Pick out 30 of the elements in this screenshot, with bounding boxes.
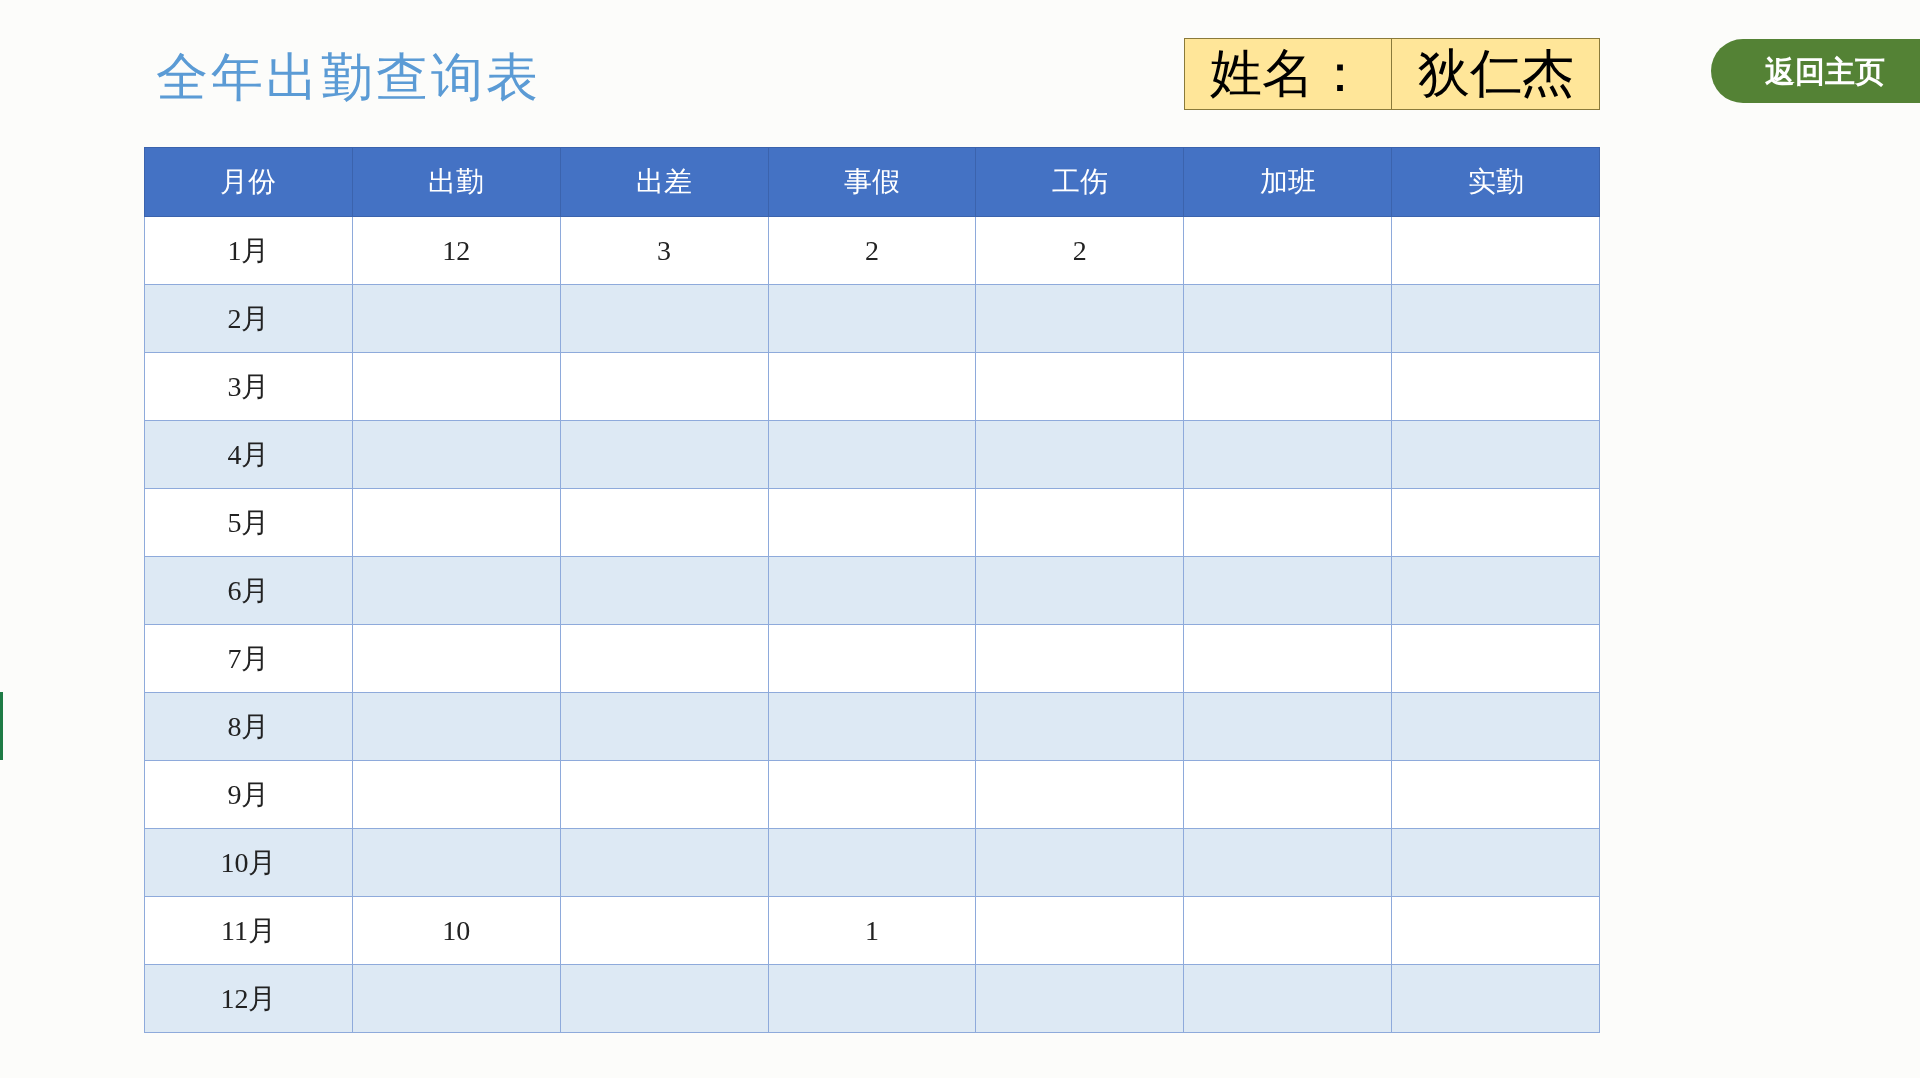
- cell-selection-marker: [0, 692, 3, 760]
- table-cell: 6月: [144, 556, 353, 625]
- home-button[interactable]: 返回主页: [1711, 39, 1920, 103]
- column-header: 加班: [1183, 147, 1392, 217]
- name-label: 姓名：: [1185, 39, 1393, 109]
- column-header: 出勤: [352, 147, 561, 217]
- column-header: 实勤: [1391, 147, 1600, 217]
- column-header: 月份: [144, 147, 353, 217]
- table-cell: 4月: [144, 420, 353, 489]
- table-cell: 10月: [144, 828, 353, 897]
- table-cell: 2: [768, 216, 976, 285]
- table-cell: 12: [352, 216, 561, 285]
- table-cell: 12月: [144, 964, 353, 1033]
- table-cell: 9月: [144, 760, 353, 829]
- table-cell: 7月: [144, 624, 353, 693]
- table-cell: 1: [768, 896, 976, 965]
- page-title: 全年出勤查询表: [156, 48, 542, 108]
- column-header: 工伤: [975, 147, 1184, 217]
- column-header: 事假: [768, 147, 976, 217]
- column-header: 出差: [560, 147, 769, 217]
- table-cell: 5月: [144, 488, 353, 557]
- table-cell: 11月: [144, 896, 353, 965]
- name-value: 狄仁杰: [1416, 44, 1575, 104]
- table-cell: 8月: [144, 692, 353, 761]
- table-cell: 2: [975, 216, 1184, 285]
- table-cell: 1月: [144, 216, 353, 285]
- table-cell: 2月: [144, 284, 353, 353]
- table-cell: 3: [560, 216, 769, 285]
- table-cell: 3月: [144, 352, 353, 421]
- table-cell: 10: [352, 896, 561, 965]
